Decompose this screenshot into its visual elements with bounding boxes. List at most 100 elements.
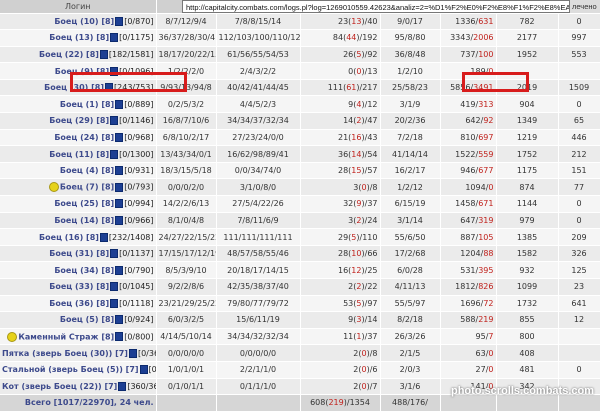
info-icon[interactable] (110, 249, 119, 259)
player-hp: [0/480] (148, 365, 155, 375)
info-icon[interactable] (110, 33, 119, 43)
info-icon[interactable] (115, 332, 124, 342)
total-row: Всего [1017/22970], 24 чел. 608(219)/135… (0, 394, 600, 412)
strikes-cell: 0/2/5/3/2 (156, 95, 217, 114)
player-level: [8] (96, 298, 110, 308)
healed-cell: 0 (558, 13, 600, 31)
player-cell[interactable]: Боец (22) [8] [182/1581] (0, 46, 157, 64)
player-hp: [0/800] (124, 332, 154, 342)
healed-cell: 0 (558, 361, 600, 379)
damage-cell: 189/0 (440, 62, 497, 80)
info-icon[interactable] (115, 265, 124, 275)
table-row: Стальной (зверь Боец (5)) [7] [0/480]1/0/… (0, 361, 600, 379)
player-cell[interactable]: Боец (10) [8] [0/870] (0, 13, 157, 31)
info-icon[interactable] (115, 132, 124, 142)
dodges-cell: 16/2/17 (380, 162, 441, 180)
info-icon[interactable] (110, 298, 119, 308)
table-row: Боец (30) [8] [243/753] 9/93/13/94/8 40/42/… (0, 79, 600, 97)
info-icon[interactable] (115, 182, 124, 192)
taken-cell: 1099 (496, 278, 559, 296)
info-icon[interactable] (118, 381, 127, 391)
player-cell[interactable]: Боец (9) [8] [0/1096] (0, 62, 157, 80)
player-hp: [0/1118] (119, 298, 154, 308)
info-icon[interactable] (115, 99, 124, 109)
player-cell[interactable]: Боец (34) [8] [0/790] (0, 261, 157, 279)
dodges-cell: 55/6/50 (380, 228, 441, 246)
player-cell[interactable]: Кот (зверь Боец (22)) [7] [360/360] (0, 378, 157, 396)
player-name: Боец (14) (54, 215, 99, 225)
info-icon[interactable] (128, 348, 137, 358)
blocks-cell: 79/80/77/79/72 (216, 295, 301, 313)
player-hp: [0/360] (137, 348, 155, 358)
damage-cell: 1696/72 (440, 295, 497, 313)
info-icon[interactable] (110, 116, 119, 126)
player-name: Боец (30) (44, 83, 89, 93)
hits-cell: 2(0)/7 (300, 378, 381, 396)
info-icon[interactable] (110, 282, 119, 292)
strikes-cell: 24/27/22/15/22 (156, 228, 217, 246)
player-level: [8] (96, 33, 110, 43)
strikes-cell: 18/3/15/5/18 (156, 162, 217, 180)
info-icon[interactable] (115, 315, 124, 325)
player-cell[interactable]: Боец (30) [8] [243/753] (0, 79, 157, 97)
damage-cell: 810/697 (440, 129, 497, 147)
player-level: [8] (96, 149, 110, 159)
dodges-cell: 3/1/9 (380, 95, 441, 114)
table-row: Боец (24) [8] [0/968] 6/8/10/2/17 27/23/24/… (0, 129, 600, 147)
player-cell[interactable]: Пятка (зверь Боец (30)) [7] [0/360] (0, 344, 157, 362)
player-cell[interactable]: Боец (24) [8] [0/968] (0, 129, 157, 147)
hits-cell: 23(13)/40 (300, 13, 381, 31)
player-cell[interactable]: Стальной (зверь Боец (5)) [7] [0/480] (0, 361, 157, 379)
hits-cell: 32(9)/37 (300, 195, 381, 213)
strikes-cell: 14/2/2/6/13 (156, 195, 217, 213)
player-cell[interactable]: Боец (13) [8] [0/1175] (0, 29, 157, 47)
player-cell[interactable]: Боец (5) [8] [0/924] (0, 311, 157, 329)
player-cell[interactable]: Боец (31) [8] [0/1137] (0, 245, 157, 263)
player-cell[interactable]: Боец (25) [8] [0/994] (0, 195, 157, 213)
taken-cell: 979 (496, 212, 559, 230)
player-cell[interactable]: Боец (36) [8] [0/1118] (0, 295, 157, 313)
table-row: Боец (11) [8] [0/1300] 13/43/34/0/1 16/62/9… (0, 145, 600, 163)
table-row: Боец (22) [8] [182/1581] 18/17/20/22/15 61/… (0, 46, 600, 64)
info-icon[interactable] (110, 66, 119, 76)
blocks-cell: 3/1/0/8/0 (216, 178, 301, 197)
healed-cell: 997 (558, 29, 600, 47)
table-row: Боец (10) [8] [0/870] 8/7/12/9/4 7/8/8/15/1… (0, 13, 600, 31)
player-cell[interactable]: Боец (33) [8] [0/1045] (0, 278, 157, 296)
dodges-cell: 7/2/18 (380, 129, 441, 147)
strikes-cell: 9/2/2/8/6 (156, 278, 217, 296)
dodges-cell: 36/8/48 (380, 46, 441, 64)
blocks-cell: 48/57/58/55/46 (216, 245, 301, 263)
info-icon[interactable] (115, 199, 124, 209)
url-trailing-text: лечено (570, 0, 600, 13)
player-cell[interactable]: Боец (4) [8] [0/931] (0, 162, 157, 180)
hits-cell: 29(5)/110 (300, 228, 381, 246)
player-cell[interactable]: Каменный Страж [8] [0/800] (0, 328, 157, 346)
hits-cell: 14(2)/47 (300, 112, 381, 130)
info-icon[interactable] (99, 232, 108, 242)
info-icon[interactable] (110, 149, 119, 159)
info-icon[interactable] (99, 49, 108, 59)
table-row: Боец (31) [8] [0/1137] 17/15/17/12/19 48/57… (0, 245, 600, 263)
info-icon[interactable] (115, 215, 124, 225)
player-cell[interactable]: Боец (29) [8] [0/1146] (0, 112, 157, 130)
hits-cell: 28(10)/66 (300, 245, 381, 263)
table-row: Боец (34) [8] [0/790] 8/5/3/9/10 20/18/17/1… (0, 261, 600, 279)
info-icon[interactable] (115, 16, 124, 26)
player-cell[interactable]: Боец (16) [8] [232/1408] (0, 228, 157, 246)
player-cell[interactable]: Боец (1) [8] [0/889] (0, 95, 157, 114)
player-cell[interactable]: Боец (11) [8] [0/1300] (0, 145, 157, 163)
hits-cell: 11(1)/37 (300, 328, 381, 346)
strikes-cell: 9/93/13/94/8 (156, 79, 217, 97)
dodges-cell: 1/2/12 (380, 178, 441, 197)
player-level: [8] (101, 99, 115, 109)
info-icon[interactable] (139, 365, 148, 375)
info-icon[interactable] (115, 166, 124, 176)
player-cell[interactable]: Боец (14) [8] [0/966] (0, 212, 157, 230)
player-name: Боец (10) (54, 16, 99, 26)
dodges-cell: 2/1/5 (380, 344, 441, 362)
dodges-cell: 17/2/68 (380, 245, 441, 263)
info-icon[interactable] (105, 83, 114, 93)
player-cell[interactable]: Боец (7) [8] [0/793] (0, 178, 157, 197)
dodges-cell: 41/14/14 (380, 145, 441, 163)
